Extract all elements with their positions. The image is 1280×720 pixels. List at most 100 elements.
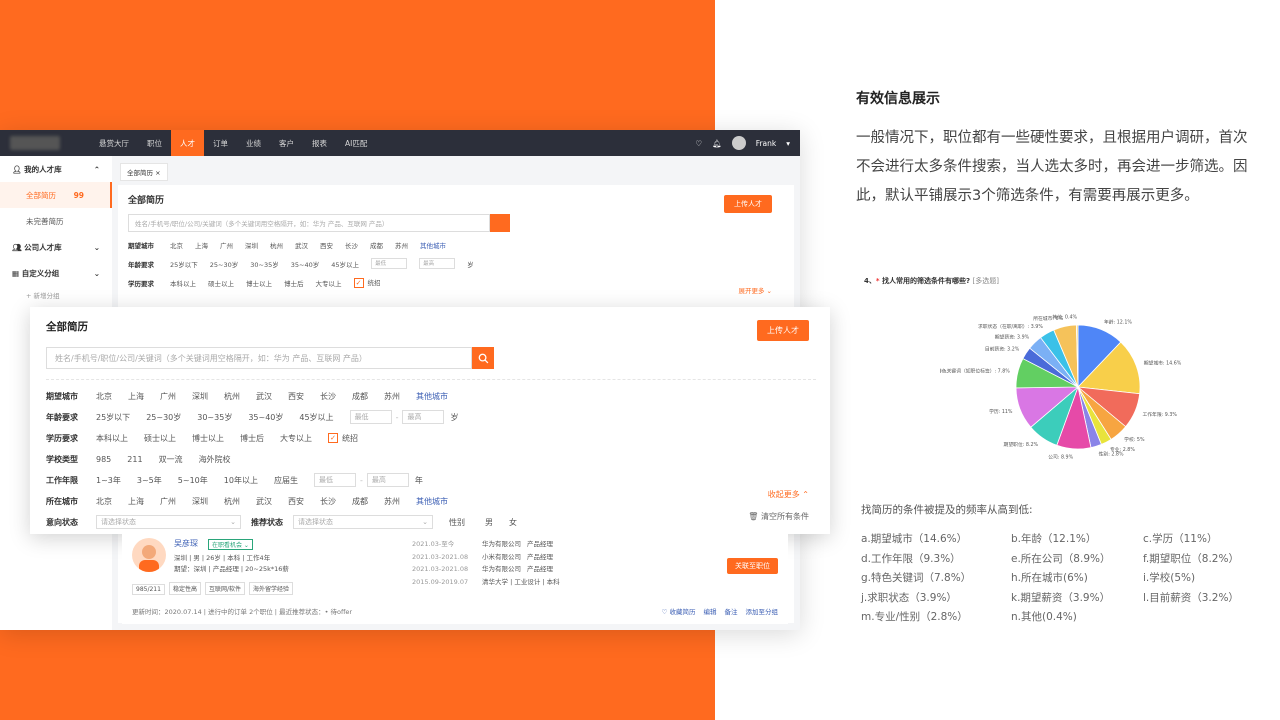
work-min-input[interactable]: 最低: [313, 473, 356, 487]
age-option[interactable]: 25~30岁: [146, 412, 181, 423]
city-option[interactable]: 北京: [96, 391, 112, 402]
sidebar-item-incomplete[interactable]: 未完善简历: [0, 208, 112, 234]
nav-item-6[interactable]: 报表: [303, 130, 336, 156]
age-min-input[interactable]: 最低: [371, 258, 408, 269]
nav-item-0[interactable]: 悬赏大厅: [90, 130, 138, 156]
edu-option[interactable]: 博士后: [284, 278, 304, 288]
heart-icon[interactable]: ♡: [695, 139, 702, 148]
city-option[interactable]: 长沙: [320, 391, 336, 402]
city-option[interactable]: 深圳: [192, 391, 208, 402]
edu-option[interactable]: 博士以上: [246, 278, 272, 288]
work-option[interactable]: 10年以上: [224, 475, 258, 486]
edu-option[interactable]: 硕士以上: [208, 278, 234, 288]
intent-status-select[interactable]: 请选择状态 ⌄: [96, 515, 241, 529]
location-option[interactable]: 苏州: [384, 496, 400, 507]
work-option[interactable]: 5~10年: [178, 475, 208, 486]
city-option[interactable]: 苏州: [395, 240, 408, 250]
recommend-status-select[interactable]: 请选择状态 ⌄: [293, 515, 433, 529]
age-option[interactable]: 35~40岁: [291, 259, 320, 269]
edu-option[interactable]: 大专以上: [316, 278, 342, 288]
gender-male[interactable]: 男: [485, 517, 493, 528]
upload-talent-button[interactable]: 上传人才: [724, 195, 772, 213]
city-option[interactable]: 武汉: [256, 391, 272, 402]
card-search-button[interactable]: [472, 347, 494, 369]
sidebar-group-my[interactable]: 👤︎ 我的人才库 ⌃: [0, 156, 112, 182]
age-option[interactable]: 45岁以上: [331, 259, 359, 269]
edu-option[interactable]: 博士后: [240, 433, 264, 444]
location-option[interactable]: 武汉: [256, 496, 272, 507]
edu-option[interactable]: 本科以上: [96, 433, 128, 444]
edu-option[interactable]: 本科以上: [170, 278, 196, 288]
city-option[interactable]: 成都: [370, 240, 383, 250]
status-badge[interactable]: 在职看机会 ⌄: [208, 539, 253, 550]
city-option[interactable]: 长沙: [345, 240, 358, 250]
work-option[interactable]: 3~5年: [137, 475, 162, 486]
edu-option[interactable]: 博士以上: [192, 433, 224, 444]
city-option[interactable]: 北京: [170, 240, 183, 250]
city-option[interactable]: 上海: [128, 391, 144, 402]
sidebar-group-company[interactable]: 👥︎ 公司人才库 ⌄: [0, 234, 112, 260]
candidate-action[interactable]: 添加至分组: [746, 606, 779, 616]
location-option[interactable]: 成都: [352, 496, 368, 507]
location-option[interactable]: 北京: [96, 496, 112, 507]
nav-item-4[interactable]: 业绩: [237, 130, 270, 156]
candidate-action[interactable]: 编辑: [704, 606, 717, 616]
location-option[interactable]: 深圳: [192, 496, 208, 507]
other-location-link[interactable]: 其他城市: [416, 496, 448, 507]
sidebar-item-all-resumes[interactable]: 全部简历 99: [0, 182, 112, 208]
nav-item-2[interactable]: 人才: [171, 130, 204, 156]
user-name[interactable]: Frank: [756, 139, 777, 148]
city-option[interactable]: 深圳: [245, 240, 258, 250]
city-option[interactable]: 广州: [220, 240, 233, 250]
work-option[interactable]: 应届生: [274, 475, 298, 486]
city-option[interactable]: 上海: [195, 240, 208, 250]
link-to-job-button[interactable]: 关联至职位: [727, 558, 778, 574]
nav-item-3[interactable]: 订单: [204, 130, 237, 156]
location-option[interactable]: 西安: [288, 496, 304, 507]
age-max-input[interactable]: 最高: [402, 410, 445, 424]
avatar[interactable]: [132, 538, 166, 572]
candidate-name[interactable]: 吴彦琛: [174, 538, 198, 549]
age-min-input[interactable]: 最低: [349, 410, 392, 424]
edu-option[interactable]: 硕士以上: [144, 433, 176, 444]
location-option[interactable]: 长沙: [320, 496, 336, 507]
expand-more-link[interactable]: 展开更多 ⌄: [738, 285, 772, 295]
card-search-input[interactable]: 姓名/手机号/职位/公司/关键词（多个关键词用空格隔开，如：华为 产品、互联网 …: [46, 347, 472, 369]
school-option[interactable]: 211: [127, 455, 142, 464]
gender-female[interactable]: 女: [509, 517, 517, 528]
city-option[interactable]: 杭州: [270, 240, 283, 250]
unified-checkbox[interactable]: ✓ 统招: [328, 433, 358, 444]
search-input[interactable]: 姓名/手机号/职位/公司/关键词（多个关键词用空格隔开，如：华为 产品、互联网 …: [128, 214, 490, 232]
age-option[interactable]: 30~35岁: [197, 412, 232, 423]
age-option[interactable]: 30~35岁: [250, 259, 279, 269]
age-option[interactable]: 25岁以下: [170, 259, 198, 269]
city-option[interactable]: 西安: [288, 391, 304, 402]
chevron-down-icon[interactable]: ▾: [786, 139, 790, 148]
city-option[interactable]: 苏州: [384, 391, 400, 402]
city-option[interactable]: 广州: [160, 391, 176, 402]
age-option[interactable]: 25~30岁: [210, 259, 239, 269]
school-option[interactable]: 海外院校: [199, 454, 231, 465]
school-option[interactable]: 双一流: [159, 454, 183, 465]
bell-icon[interactable]: 🔔︎: [712, 139, 722, 148]
city-option[interactable]: 杭州: [224, 391, 240, 402]
collapse-more-link[interactable]: 收起更多 ⌃: [768, 489, 809, 500]
nav-item-7[interactable]: AI匹配: [336, 130, 376, 156]
tab-all-resumes[interactable]: 全部简历 ×: [120, 163, 168, 181]
edu-option[interactable]: 大专以上: [280, 433, 312, 444]
avatar[interactable]: [731, 136, 746, 150]
other-city-link[interactable]: 其他城市: [416, 391, 448, 402]
location-option[interactable]: 上海: [128, 496, 144, 507]
age-option[interactable]: 25岁以下: [96, 412, 130, 423]
clear-all-button[interactable]: 🗑︎ 清空所有条件: [748, 511, 809, 522]
sidebar-group-custom[interactable]: ▦ 自定义分组 ⌄: [0, 260, 112, 286]
city-option[interactable]: 武汉: [295, 240, 308, 250]
work-max-input[interactable]: 最高: [366, 473, 409, 487]
age-option[interactable]: 35~40岁: [248, 412, 283, 423]
card-upload-talent-button[interactable]: 上传人才: [757, 320, 809, 341]
work-option[interactable]: 1~3年: [96, 475, 121, 486]
nav-item-5[interactable]: 客户: [270, 130, 303, 156]
candidate-action[interactable]: ♡ 收藏简历: [662, 606, 696, 616]
search-button[interactable]: [490, 214, 510, 232]
location-option[interactable]: 杭州: [224, 496, 240, 507]
